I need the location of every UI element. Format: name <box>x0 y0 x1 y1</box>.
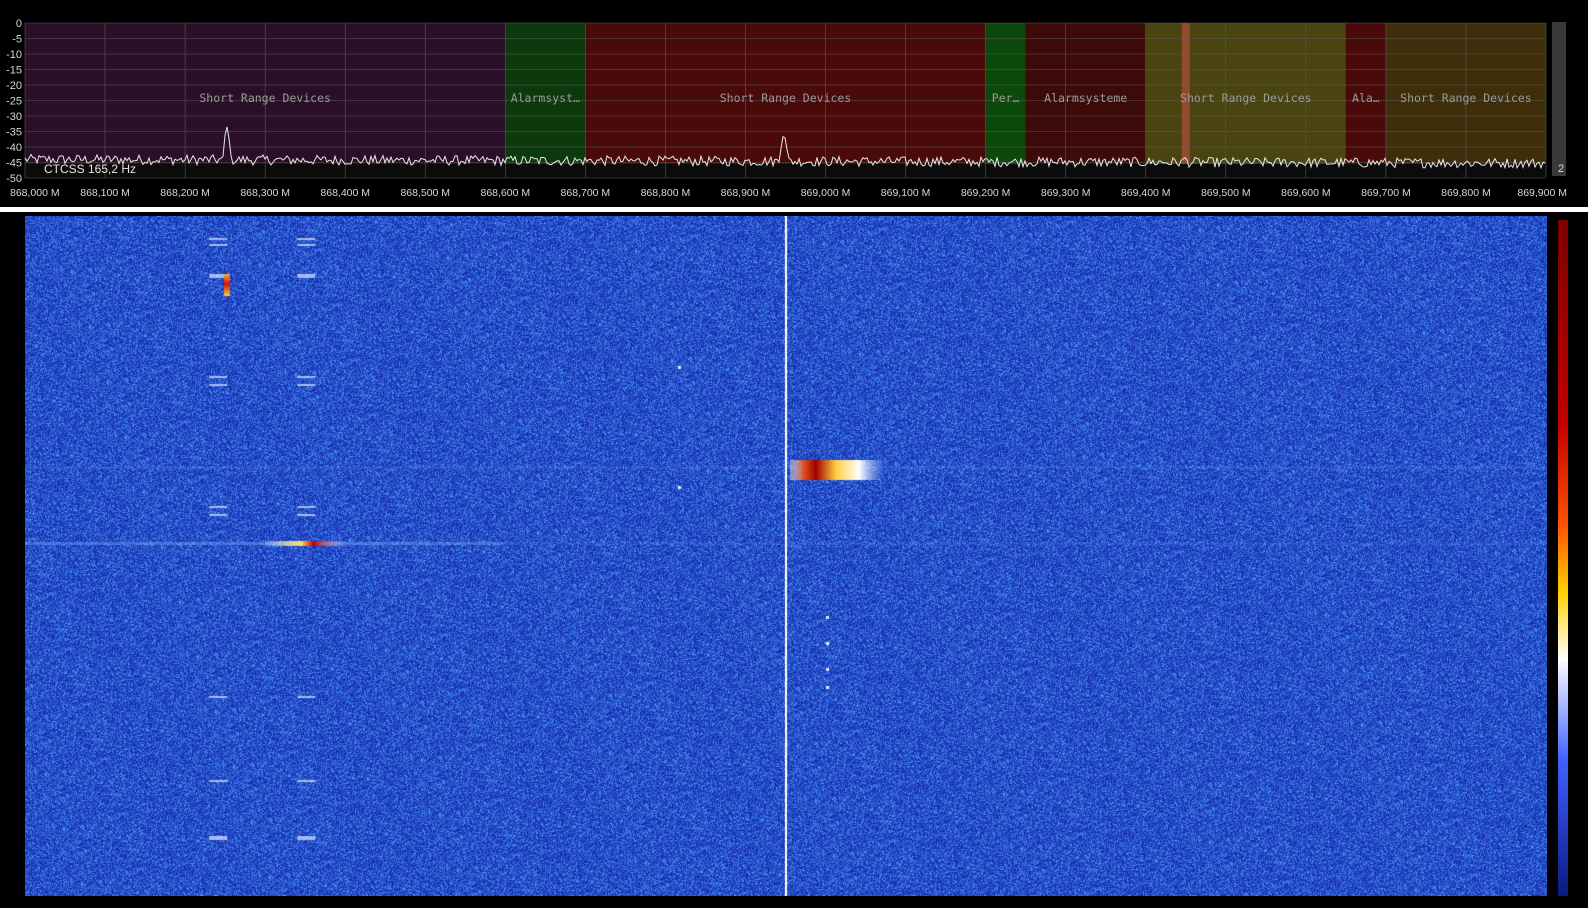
x-tick-label: 868,800 M <box>641 187 691 199</box>
y-tick-label: -30 <box>6 111 22 123</box>
x-tick-label: 868,600 M <box>481 187 531 199</box>
y-tick-label: -45 <box>6 158 22 170</box>
waterfall-color-scale <box>1558 220 1568 896</box>
ctcss-readout: CTCSS 165,2 Hz <box>44 162 136 176</box>
x-tick-label: 869,500 M <box>1201 187 1251 199</box>
band-label: Alarmsysteme <box>1044 91 1127 105</box>
band-label: Short Range Devices <box>199 91 331 105</box>
x-tick-label: 868,300 M <box>240 187 290 199</box>
x-tick-label: 869,900 M <box>1517 187 1567 199</box>
x-tick-label: 869,800 M <box>1441 187 1491 199</box>
zoom-indicator: 2 <box>1558 163 1564 175</box>
y-tick-label: -10 <box>6 49 22 61</box>
x-tick-label: 868,900 M <box>721 187 771 199</box>
y-tick-label: -40 <box>6 142 22 154</box>
band-label: Short Range Devices <box>1400 91 1532 105</box>
band-label: Ala… <box>1352 91 1380 105</box>
x-tick-label: 869,300 M <box>1041 187 1091 199</box>
x-tick-label: 869,700 M <box>1361 187 1411 199</box>
x-tick-label: 868,200 M <box>160 187 210 199</box>
band-label: Short Range Devices <box>1180 91 1312 105</box>
level-scrollbar[interactable] <box>1552 22 1566 176</box>
band-label: Short Range Devices <box>720 91 852 105</box>
x-tick-label: 869,600 M <box>1281 187 1331 199</box>
band-label: Per… <box>992 91 1020 105</box>
y-tick-label: -25 <box>6 96 22 108</box>
waterfall-display[interactable] <box>25 216 1547 896</box>
y-tick-label: -35 <box>6 127 22 139</box>
y-tick-label: -50 <box>6 173 22 185</box>
x-tick-label: 868,100 M <box>80 187 130 199</box>
spectrum-panel[interactable]: Short Range Devices Alarmsyst… Short Range… <box>0 0 1588 207</box>
y-tick-label: -5 <box>12 34 22 46</box>
x-tick-label: 868,700 M <box>561 187 611 199</box>
y-tick-label: 0 <box>16 18 22 30</box>
x-tick-label: 869,100 M <box>881 187 931 199</box>
waterfall-panel[interactable] <box>0 212 1588 908</box>
y-tick-label: -15 <box>6 65 22 77</box>
spectrum-plot[interactable]: Short Range Devices Alarmsyst… Short Range… <box>0 0 1588 207</box>
y-tick-label: -20 <box>6 80 22 92</box>
band-label: Alarmsyst… <box>511 91 580 105</box>
x-tick-label: 868,500 M <box>400 187 450 199</box>
x-tick-label: 869,400 M <box>1121 187 1171 199</box>
x-tick-label: 868,400 M <box>320 187 370 199</box>
x-tick-label: 869,000 M <box>801 187 851 199</box>
x-tick-label: 869,200 M <box>961 187 1011 199</box>
x-tick-label: 868,000 M <box>10 187 60 199</box>
